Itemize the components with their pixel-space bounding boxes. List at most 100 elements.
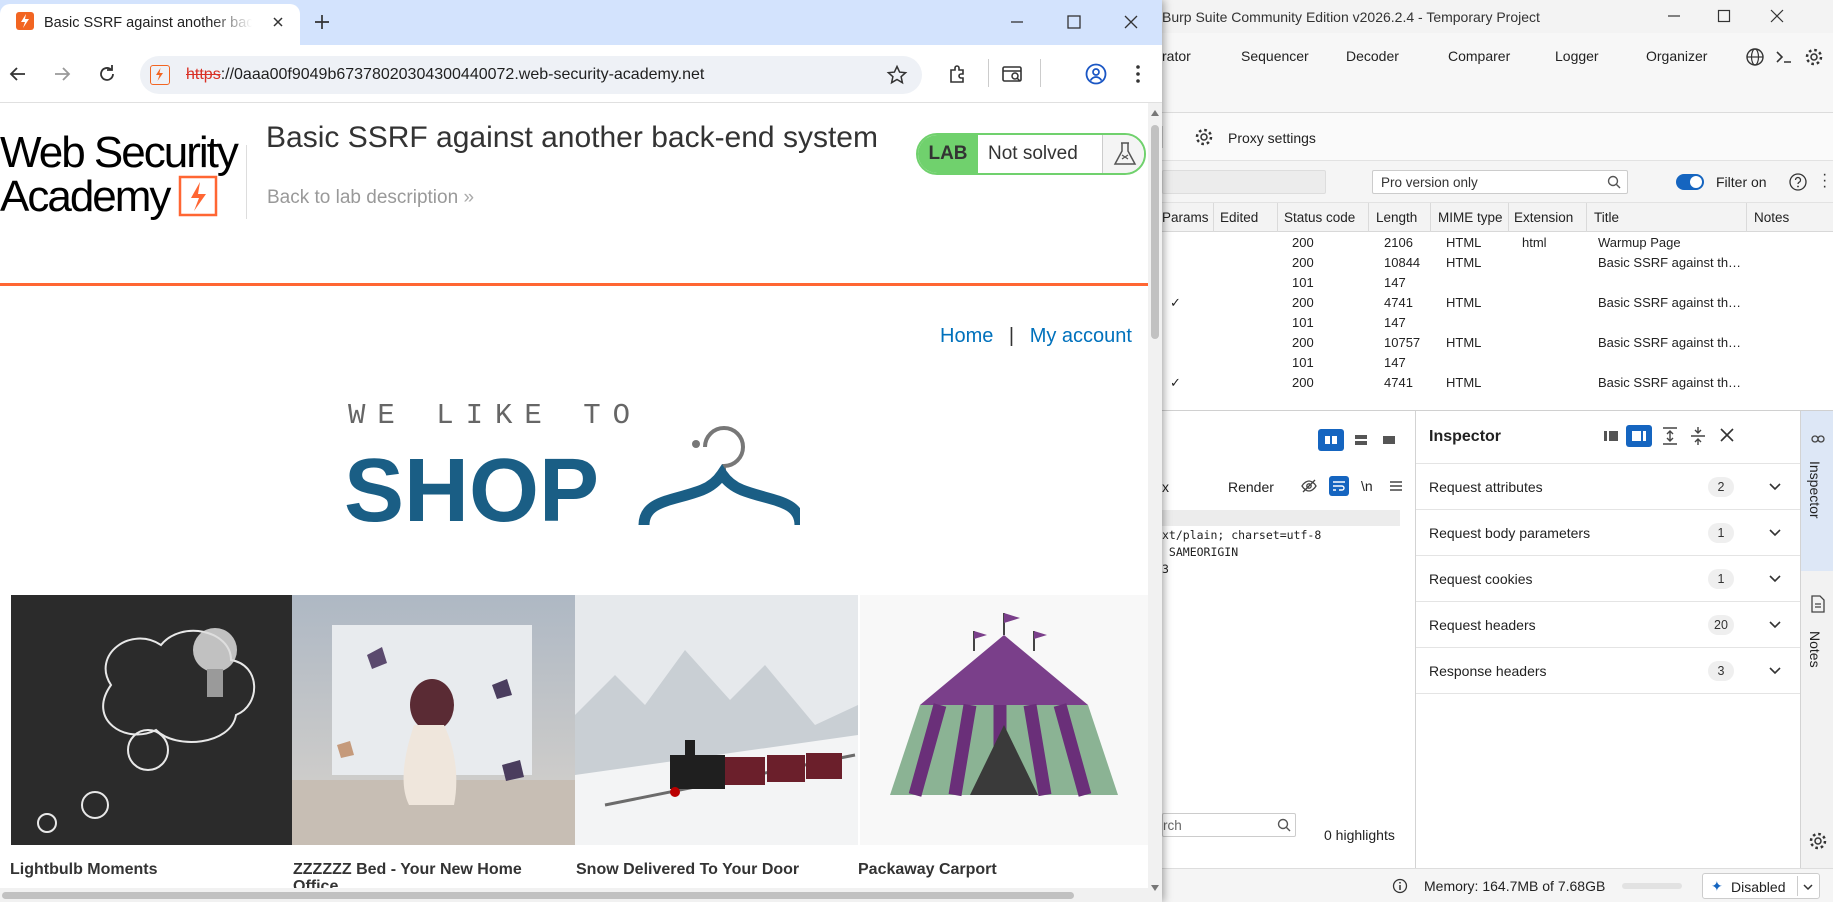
col-extension[interactable]: Extension [1514, 210, 1573, 225]
help-icon[interactable] [1788, 172, 1808, 192]
col-length[interactable]: Length [1376, 210, 1417, 225]
tab-search-icon[interactable] [1000, 62, 1024, 86]
new-tab-icon[interactable] [310, 10, 334, 34]
inspector-section[interactable]: Request attributes 2 [1416, 464, 1800, 510]
cell-title: Basic SSRF against th… [1598, 295, 1742, 310]
expand-all-icon[interactable] [1660, 425, 1680, 447]
tab-intruder[interactable]: rator [1162, 48, 1191, 64]
back-arrow-icon[interactable] [6, 62, 30, 86]
split-vertical-icon[interactable] [1318, 429, 1344, 451]
inspector-section[interactable]: Response headers 3 [1416, 648, 1800, 694]
wrap-lines-icon[interactable] [1329, 476, 1349, 496]
close-inspector-icon[interactable] [1718, 426, 1736, 444]
web-security-academy-logo[interactable]: Web Security Academy [0, 127, 245, 223]
col-notes[interactable]: Notes [1754, 210, 1789, 225]
single-pane-icon[interactable] [1376, 429, 1402, 451]
scroll-up-icon[interactable] [1151, 110, 1159, 116]
chevron-down-icon[interactable] [1768, 571, 1782, 585]
tab-organizer[interactable]: Organizer [1646, 48, 1707, 64]
layout-icon[interactable] [1598, 425, 1624, 447]
col-params[interactable]: Params [1162, 210, 1209, 225]
h-scroll-thumb[interactable] [2, 892, 1074, 899]
table-row[interactable]: 200 2106 HTML html Warmup Page [1162, 233, 1833, 253]
response-search-input[interactable]: rch [1162, 813, 1296, 837]
table-row[interactable]: ✓ 200 4741 HTML Basic SSRF against th… [1162, 373, 1833, 393]
ai-disabled-dropdown[interactable]: ✦ Disabled [1702, 873, 1820, 899]
nav-home-link[interactable]: Home [940, 325, 993, 347]
settings-gear-icon[interactable] [1804, 47, 1824, 67]
col-edited[interactable]: Edited [1220, 210, 1258, 225]
menu-lines-icon[interactable] [1388, 478, 1404, 494]
lab-title: Basic SSRF against another back-end syst… [266, 121, 878, 154]
tab-sequencer[interactable]: Sequencer [1241, 48, 1309, 64]
product-name-4[interactable]: Packaway Carport [858, 861, 997, 878]
pro-search-input[interactable]: Pro version only [1372, 170, 1628, 194]
dock-right-icon[interactable] [1626, 425, 1652, 447]
gear-icon[interactable] [1808, 831, 1828, 851]
table-row[interactable]: 101 147 [1162, 353, 1833, 373]
filter-toggle[interactable] [1676, 174, 1704, 190]
chevron-down-icon[interactable] [1768, 479, 1782, 493]
tab-comparer[interactable]: Comparer [1448, 48, 1510, 64]
address-bar[interactable]: https://0aaa00f9049b67378020304300440072… [140, 56, 922, 94]
chevron-down-icon[interactable] [1768, 663, 1782, 677]
more-menu-icon[interactable] [1126, 62, 1150, 86]
scroll-down-icon[interactable] [1151, 885, 1159, 891]
product-image-snow-train[interactable] [575, 595, 858, 845]
tab-logger[interactable]: Logger [1555, 48, 1599, 64]
minimize-icon[interactable] [1005, 10, 1029, 34]
site-info-icon[interactable] [150, 65, 170, 85]
extensions-icon[interactable] [946, 62, 970, 86]
table-row[interactable]: 101 147 [1162, 273, 1833, 293]
forward-arrow-icon[interactable] [50, 62, 74, 86]
maximize-icon[interactable] [1062, 10, 1086, 34]
more-vertical-icon[interactable]: · · · [1822, 167, 1827, 195]
close-icon[interactable] [1757, 4, 1797, 28]
proxy-settings-button[interactable]: Proxy settings [1228, 130, 1316, 146]
tab-hex[interactable]: x [1162, 479, 1169, 495]
inspector-section[interactable]: Request cookies 1 [1416, 556, 1800, 602]
table-row[interactable]: 200 10757 HTML Basic SSRF against th… [1162, 333, 1833, 353]
vertical-scrollbar[interactable] [1148, 103, 1162, 902]
collapse-all-icon[interactable] [1688, 425, 1708, 447]
split-horizontal-icon[interactable] [1348, 429, 1374, 451]
tab-decoder[interactable]: Decoder [1346, 48, 1399, 64]
tab-render[interactable]: Render [1228, 479, 1274, 495]
eye-hidden-icon[interactable] [1300, 477, 1318, 495]
terminal-icon[interactable] [1774, 47, 1794, 67]
newline-toggle[interactable]: \n [1361, 478, 1373, 494]
close-tab-icon[interactable] [268, 12, 288, 32]
table-row[interactable]: 101 147 [1162, 313, 1833, 333]
product-image-bed[interactable] [292, 595, 575, 845]
notes-icon[interactable] [1810, 595, 1826, 613]
tab-inspector-side[interactable]: Inspector [1801, 411, 1833, 571]
search-field[interactable] [1162, 170, 1326, 194]
profile-avatar-icon[interactable] [1084, 62, 1108, 86]
col-mime[interactable]: MIME type [1438, 210, 1503, 225]
browser-tab[interactable]: Basic SSRF against another back-end syst… [0, 4, 300, 45]
flask-icon[interactable] [1102, 135, 1144, 173]
globe-icon[interactable] [1745, 47, 1765, 67]
inspector-section[interactable]: Request headers 20 [1416, 602, 1800, 648]
chevron-down-icon[interactable] [1768, 525, 1782, 539]
maximize-icon[interactable] [1704, 4, 1744, 28]
col-title[interactable]: Title [1594, 210, 1619, 225]
scroll-thumb[interactable] [1151, 125, 1159, 339]
bookmark-star-icon[interactable] [886, 64, 908, 86]
table-row[interactable]: 200 10844 HTML Basic SSRF against th… [1162, 253, 1833, 273]
minimize-icon[interactable] [1654, 4, 1694, 28]
chevron-down-icon[interactable] [1768, 617, 1782, 631]
reload-icon[interactable] [95, 62, 119, 86]
nav-my-account-link[interactable]: My account [1030, 325, 1132, 347]
col-status[interactable]: Status code [1284, 210, 1355, 225]
horizontal-scrollbar[interactable] [0, 888, 1148, 902]
product-name-1[interactable]: Lightbulb Moments [10, 861, 158, 878]
product-image-carport[interactable] [860, 595, 1148, 845]
back-to-lab-description-link[interactable]: Back to lab description » [267, 187, 474, 209]
product-name-3[interactable]: Snow Delivered To Your Door [576, 861, 799, 878]
table-row[interactable]: ✓ 200 4741 HTML Basic SSRF against th… [1162, 293, 1833, 313]
side-tab-notes-label[interactable]: Notes [1807, 631, 1823, 668]
inspector-section[interactable]: Request body parameters 1 [1416, 510, 1800, 556]
product-image-lightbulb[interactable] [11, 595, 292, 845]
close-icon[interactable] [1119, 10, 1143, 34]
